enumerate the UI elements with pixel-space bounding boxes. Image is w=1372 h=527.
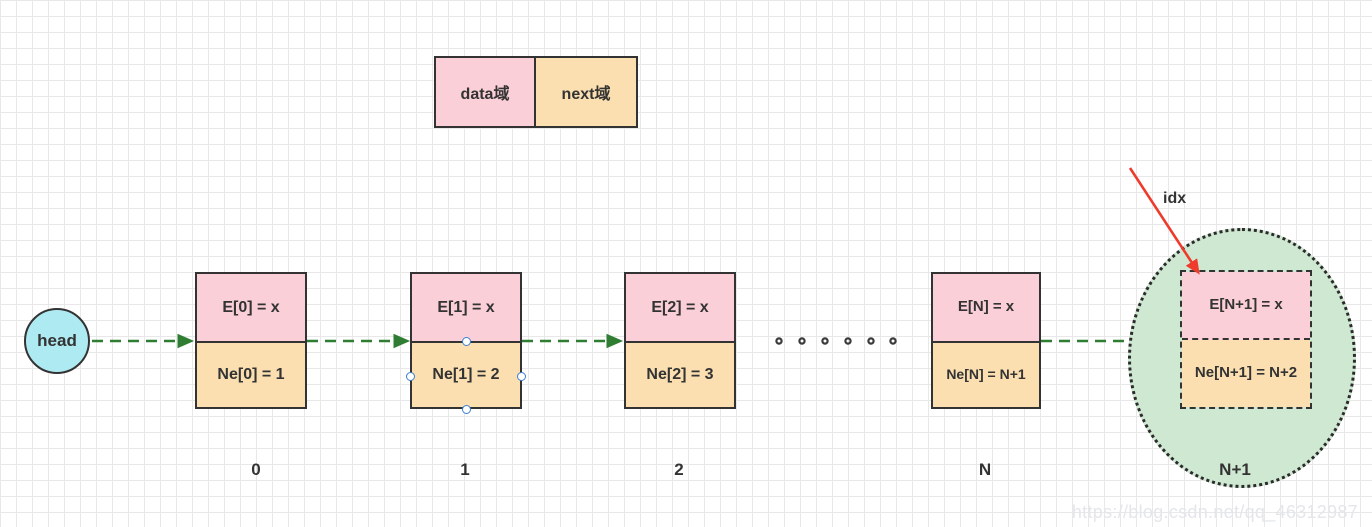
index-label-0: 0 <box>251 460 261 479</box>
index-label-N: N <box>978 460 992 479</box>
selection-handle-bottom[interactable] <box>462 405 471 414</box>
node-N-plus-1-data-cell[interactable]: E[N+1] = x <box>1182 272 1310 340</box>
legend-data-cell[interactable]: data域 <box>436 58 536 126</box>
list-node-N[interactable]: E[N] = x Ne[N] = N+1 <box>931 272 1041 409</box>
node-N-plus-1-next-cell[interactable]: Ne[N+1] = N+2 <box>1182 340 1310 407</box>
list-node-0[interactable]: E[0] = x Ne[0] = 1 <box>195 272 307 409</box>
node-2-next-cell[interactable]: Ne[2] = 3 <box>626 343 734 407</box>
head-node-label: head <box>37 331 77 350</box>
node-N-next-cell[interactable]: Ne[N] = N+1 <box>933 343 1039 407</box>
index-label-N-plus-1: N+1 <box>1219 460 1251 479</box>
legend-node-layout[interactable]: data域 next域 <box>434 56 638 128</box>
node-2-data-cell[interactable]: E[2] = x <box>626 274 734 343</box>
diagram-canvas: data域 next域 head E[0] = x Ne[0] = 1 E[1]… <box>0 0 1372 527</box>
list-node-N-plus-1[interactable]: E[N+1] = x Ne[N+1] = N+2 <box>1180 270 1312 409</box>
selection-handle-left[interactable] <box>406 372 415 381</box>
selection-handle-top[interactable] <box>462 337 471 346</box>
watermark: https://blog.csdn.net/qq_46312987 <box>1071 502 1358 522</box>
legend-next-cell[interactable]: next域 <box>536 58 636 126</box>
index-label-2: 2 <box>674 460 684 479</box>
list-node-2[interactable]: E[2] = x Ne[2] = 3 <box>624 272 736 409</box>
idx-label: idx <box>1163 190 1187 207</box>
index-label-1: 1 <box>460 460 470 479</box>
head-node[interactable]: head <box>24 308 90 374</box>
node-1-data-cell[interactable]: E[1] = x <box>412 274 520 343</box>
selection-handle-right[interactable] <box>517 372 526 381</box>
node-0-data-cell[interactable]: E[0] = x <box>197 274 305 343</box>
node-0-next-cell[interactable]: Ne[0] = 1 <box>197 343 305 407</box>
node-1-next-cell[interactable]: Ne[1] = 2 <box>412 343 520 407</box>
ellipsis-dots <box>775 337 897 345</box>
node-N-data-cell[interactable]: E[N] = x <box>933 274 1039 343</box>
